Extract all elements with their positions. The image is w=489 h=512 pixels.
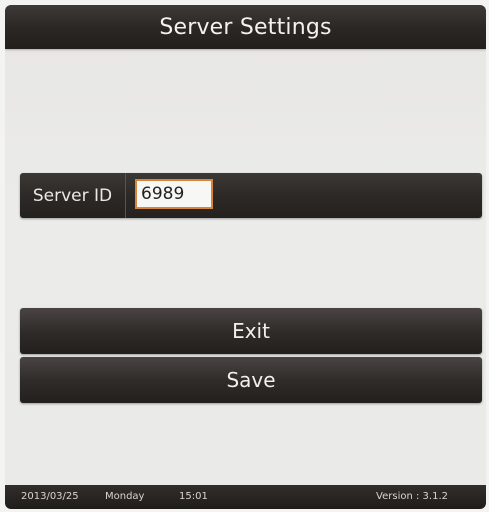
status-bar: 2013/03/25 Monday 15:01 Version : 3.1.2 bbox=[5, 485, 486, 509]
status-date: 2013/03/25 bbox=[21, 491, 79, 502]
status-day: Monday bbox=[105, 491, 145, 502]
exit-button[interactable]: Exit bbox=[20, 308, 482, 354]
server-id-input[interactable] bbox=[135, 179, 213, 209]
server-id-row: Server ID bbox=[20, 173, 482, 218]
status-time: 15:01 bbox=[179, 491, 208, 502]
title-bar: Server Settings bbox=[5, 5, 486, 49]
page-title: Server Settings bbox=[159, 14, 332, 40]
server-id-label: Server ID bbox=[20, 173, 126, 218]
save-button[interactable]: Save bbox=[20, 357, 482, 403]
status-version: Version : 3.1.2 bbox=[376, 491, 448, 502]
device-screen: Server Settings Server ID Exit Save 2013… bbox=[5, 5, 486, 509]
